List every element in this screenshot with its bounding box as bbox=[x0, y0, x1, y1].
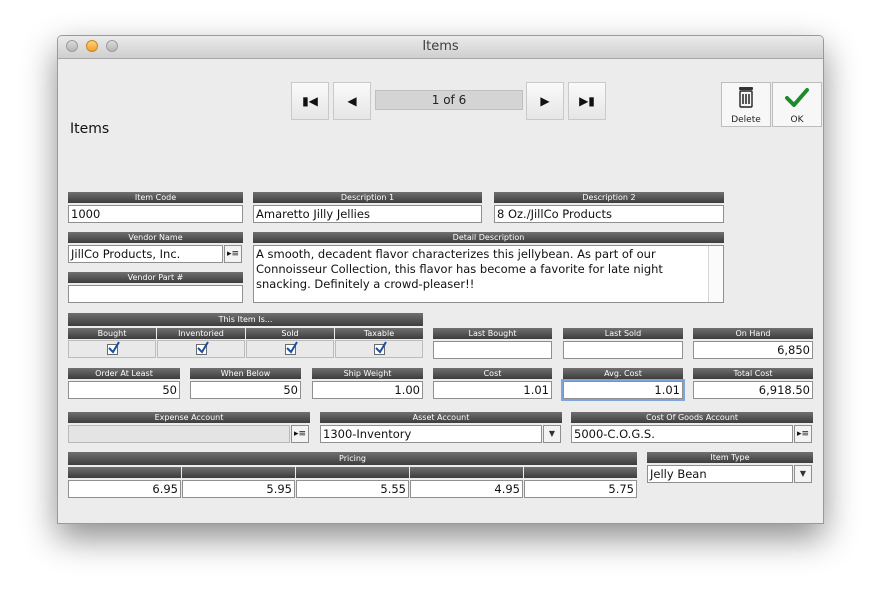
ok-label: OK bbox=[790, 115, 804, 125]
cogs-account-field[interactable]: 5000-C.O.G.S. bbox=[571, 425, 793, 443]
sold-label: Sold bbox=[246, 328, 334, 339]
last-bought-field[interactable] bbox=[433, 341, 552, 359]
description1-field[interactable]: Amaretto Jilly Jellies bbox=[253, 205, 482, 223]
last-bought-label: Last Bought bbox=[433, 328, 552, 339]
vendor-name-label: Vendor Name bbox=[68, 232, 243, 243]
detail-description-field[interactable]: A smooth, decadent flavor characterizes … bbox=[253, 245, 724, 303]
taxable-checkbox[interactable] bbox=[373, 340, 387, 355]
price-level-4-field[interactable]: 4.95 bbox=[410, 480, 523, 498]
pricing-level-2-header bbox=[182, 467, 295, 478]
lookup-list-icon: ▸≡ bbox=[226, 249, 240, 259]
cost-field[interactable]: 1.01 bbox=[433, 381, 552, 399]
description1-label: Description 1 bbox=[253, 192, 482, 203]
title-bar: Items bbox=[58, 36, 823, 59]
pricing-label: Pricing bbox=[68, 452, 637, 465]
asset-account-field[interactable]: 1300-Inventory bbox=[320, 425, 542, 443]
item-code-field[interactable]: 1000 bbox=[68, 205, 243, 223]
ship-weight-field[interactable]: 1.00 bbox=[312, 381, 423, 399]
ship-weight-label: Ship Weight bbox=[312, 368, 423, 379]
taxable-cell bbox=[335, 340, 423, 358]
asset-account-dropdown[interactable]: ▼ bbox=[543, 425, 561, 443]
on-hand-label: On Hand bbox=[693, 328, 813, 339]
detail-description-text: A smooth, decadent flavor characterizes … bbox=[256, 247, 663, 291]
pricing-level-4-header bbox=[410, 467, 523, 478]
items-window: Items ▮◀ ◀ 1 of 6 ▶ ▶▮ Delete OK Items I… bbox=[57, 35, 824, 524]
sold-checkbox[interactable] bbox=[284, 340, 298, 355]
when-below-label: When Below bbox=[190, 368, 301, 379]
this-item-is-label: This Item Is... bbox=[68, 313, 423, 326]
previous-record-icon: ◀ bbox=[347, 94, 357, 108]
bought-cell bbox=[68, 340, 156, 358]
order-at-least-label: Order At Least bbox=[68, 368, 180, 379]
previous-record-button[interactable]: ◀ bbox=[333, 82, 371, 120]
on-hand-field[interactable]: 6,850 bbox=[693, 341, 813, 359]
form-content: ▮◀ ◀ 1 of 6 ▶ ▶▮ Delete OK Items Item Co… bbox=[58, 59, 823, 523]
item-type-label: Item Type bbox=[647, 452, 813, 463]
avg-cost-field[interactable]: 1.01 bbox=[563, 381, 683, 399]
checkmark-icon bbox=[785, 88, 809, 107]
order-at-least-field[interactable]: 50 bbox=[68, 381, 180, 399]
lookup-list-icon: ▸≡ bbox=[293, 429, 307, 439]
item-code-label: Item Code bbox=[68, 192, 243, 203]
pricing-level-1-header bbox=[68, 467, 181, 478]
vendor-lookup-button[interactable]: ▸≡ bbox=[224, 245, 242, 263]
first-record-icon: ▮◀ bbox=[302, 94, 318, 108]
next-record-button[interactable]: ▶ bbox=[526, 82, 564, 120]
item-type-dropdown[interactable]: ▼ bbox=[794, 465, 812, 483]
when-below-field[interactable]: 50 bbox=[190, 381, 301, 399]
dropdown-arrow-icon: ▼ bbox=[548, 429, 556, 438]
inventoried-label: Inventoried bbox=[157, 328, 245, 339]
last-record-icon: ▶▮ bbox=[579, 94, 595, 108]
delete-label: Delete bbox=[731, 115, 761, 125]
expense-account-label: Expense Account bbox=[68, 412, 310, 423]
window-title: Items bbox=[422, 39, 459, 54]
item-type-field[interactable]: Jelly Bean bbox=[647, 465, 793, 483]
vendor-part-field[interactable] bbox=[68, 285, 243, 303]
price-level-3-field[interactable]: 5.55 bbox=[296, 480, 409, 498]
delete-button[interactable]: Delete bbox=[721, 82, 771, 127]
record-position: 1 of 6 bbox=[375, 90, 523, 110]
cost-label: Cost bbox=[433, 368, 552, 379]
asset-account-label: Asset Account bbox=[320, 412, 562, 423]
expense-account-field[interactable] bbox=[68, 425, 290, 443]
taxable-label: Taxable bbox=[335, 328, 423, 339]
last-record-button[interactable]: ▶▮ bbox=[568, 82, 606, 120]
description2-field[interactable]: 8 Oz./JillCo Products bbox=[494, 205, 724, 223]
pricing-level-5-header bbox=[524, 467, 637, 478]
first-record-button[interactable]: ▮◀ bbox=[291, 82, 329, 120]
ok-button[interactable]: OK bbox=[772, 82, 822, 127]
lookup-list-icon: ▸≡ bbox=[796, 429, 810, 439]
detail-description-label: Detail Description bbox=[253, 232, 724, 243]
pricing-level-3-header bbox=[296, 467, 409, 478]
cogs-account-label: Cost Of Goods Account bbox=[571, 412, 813, 423]
total-cost-field[interactable]: 6,918.50 bbox=[693, 381, 813, 399]
next-record-icon: ▶ bbox=[540, 94, 550, 108]
cogs-account-lookup-button[interactable]: ▸≡ bbox=[794, 425, 812, 443]
price-level-5-field[interactable]: 5.75 bbox=[524, 480, 637, 498]
vendor-name-field[interactable]: JillCo Products, Inc. bbox=[68, 245, 223, 263]
page-heading: Items bbox=[70, 121, 110, 137]
price-level-1-field[interactable]: 6.95 bbox=[68, 480, 181, 498]
bought-label: Bought bbox=[68, 328, 156, 339]
price-level-2-field[interactable]: 5.95 bbox=[182, 480, 295, 498]
last-sold-field[interactable] bbox=[563, 341, 683, 359]
vendor-part-label: Vendor Part # bbox=[68, 272, 243, 283]
bought-checkbox[interactable] bbox=[106, 340, 120, 355]
last-sold-label: Last Sold bbox=[563, 328, 683, 339]
dropdown-arrow-icon: ▼ bbox=[799, 469, 807, 478]
trash-icon bbox=[739, 87, 753, 108]
total-cost-label: Total Cost bbox=[693, 368, 813, 379]
avg-cost-label: Avg. Cost bbox=[563, 368, 683, 379]
inventoried-cell bbox=[157, 340, 245, 358]
detail-description-scrollbar[interactable] bbox=[708, 246, 723, 302]
description2-label: Description 2 bbox=[494, 192, 724, 203]
sold-cell bbox=[246, 340, 334, 358]
expense-account-lookup-button[interactable]: ▸≡ bbox=[291, 425, 309, 443]
inventoried-checkbox[interactable] bbox=[195, 340, 209, 355]
